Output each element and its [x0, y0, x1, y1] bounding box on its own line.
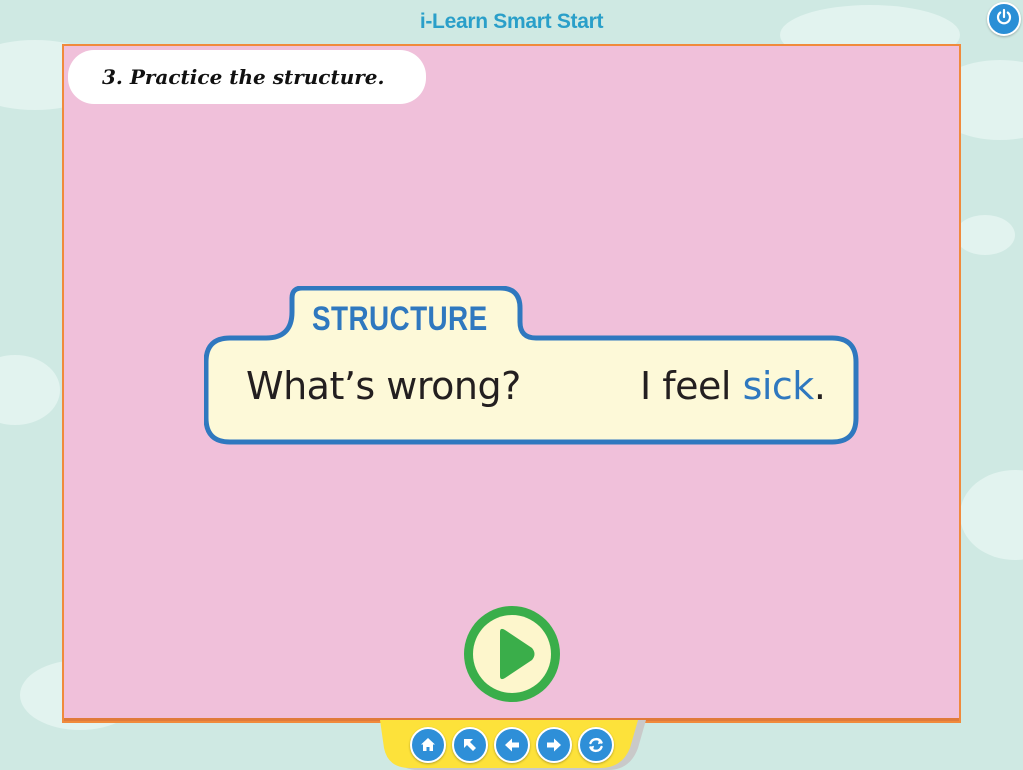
structure-card: STRUCTURE What’s wrong? I feel sick.	[204, 286, 860, 450]
background-cloud	[0, 355, 60, 425]
menu-button[interactable]	[452, 727, 488, 763]
back-button[interactable]	[494, 727, 530, 763]
play-button[interactable]	[460, 602, 564, 706]
answer-suffix: .	[813, 364, 826, 408]
home-icon	[418, 735, 438, 755]
arrow-left-icon	[502, 735, 522, 755]
power-icon	[995, 8, 1013, 30]
play-icon	[464, 606, 560, 702]
structure-question: What’s wrong?	[246, 364, 521, 408]
instruction-label: 3. Practice the structure.	[68, 50, 426, 104]
power-button[interactable]	[987, 2, 1021, 36]
navigation-bar	[380, 720, 646, 770]
next-button[interactable]	[536, 727, 572, 763]
arrow-up-left-icon	[460, 735, 480, 755]
structure-title: STRUCTURE	[312, 300, 488, 338]
arrow-right-icon	[544, 735, 564, 755]
refresh-icon	[586, 735, 606, 755]
answer-keyword: sick	[742, 364, 815, 408]
replay-button[interactable]	[578, 727, 614, 763]
structure-answer: I feel sick.	[640, 364, 826, 408]
app-title: i-Learn Smart Start	[419, 10, 604, 33]
answer-prefix: I feel	[640, 364, 743, 408]
background-cloud	[960, 470, 1023, 560]
home-button[interactable]	[410, 727, 446, 763]
lesson-stage: 3. Practice the structure. STRUCTURE Wha…	[62, 44, 961, 723]
background-cloud	[955, 215, 1015, 255]
